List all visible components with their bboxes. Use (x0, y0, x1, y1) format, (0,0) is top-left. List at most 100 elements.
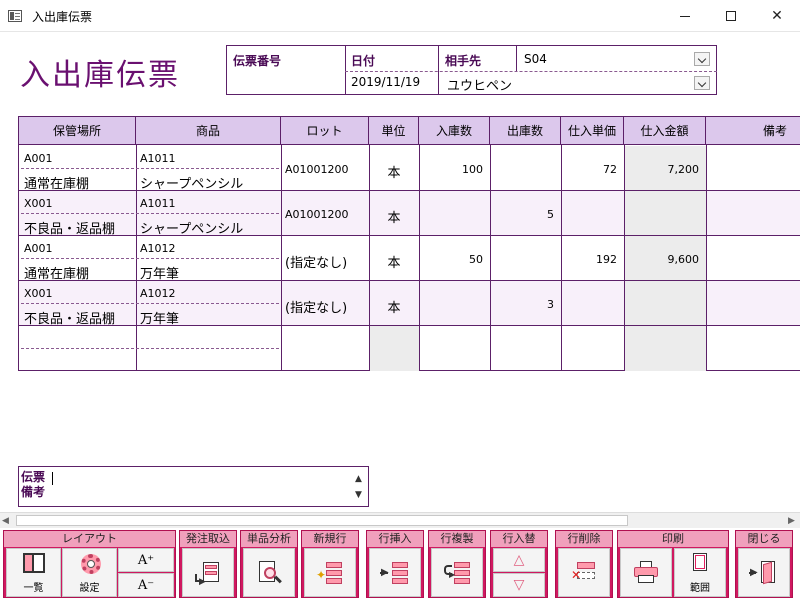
cell-lot[interactable]: (指定なし) (285, 252, 347, 271)
horizontal-scrollbar[interactable]: ◀ ▶ (0, 512, 800, 528)
group-label-swap-row: 行入替 (491, 531, 547, 547)
delete-row-icon: ✕ (569, 560, 599, 586)
cell-item-code[interactable]: A1011 (140, 197, 176, 210)
item-analysis-button[interactable] (243, 548, 295, 597)
cell-location-code[interactable]: A001 (24, 152, 53, 165)
close-slip-button[interactable]: ▶ (738, 548, 790, 597)
exit-door-icon: ▶ (749, 560, 779, 586)
cell-unit[interactable]: 本 (369, 207, 419, 226)
close-icon: ✕ (771, 8, 783, 24)
group-label-delete-row: 行削除 (556, 531, 612, 547)
memo-label-line2: 備考 (21, 485, 46, 499)
close-button[interactable]: ✕ (754, 0, 800, 32)
settings-button-label: 設定 (79, 582, 100, 594)
column-header-in-qty[interactable]: 入庫数 (419, 117, 490, 145)
column-header-amount[interactable]: 仕入金額 (624, 117, 706, 145)
partner-code-field[interactable]: S04 (524, 52, 547, 66)
triangle-down-icon: ▽ (513, 577, 525, 593)
column-header-unit-price[interactable]: 仕入単価 (561, 117, 624, 145)
cell-in-qty[interactable]: 50 (419, 253, 483, 266)
scroll-right-icon[interactable]: ▶ (788, 516, 795, 526)
print-range-label: 範囲 (690, 582, 710, 594)
cell-lot[interactable]: A01001200 (285, 163, 349, 176)
partner-name-field[interactable]: ユウヒペン (447, 75, 512, 94)
cell-unit[interactable]: 本 (369, 162, 419, 181)
print-range-button[interactable]: 範囲 (674, 548, 726, 597)
window-titlebar: 入出庫伝票 ✕ (0, 0, 800, 32)
insert-row-button[interactable]: ▶ (369, 548, 421, 597)
toolbar: レイアウト 一覧 設定 A⁺ A⁻ 発注取込 ▶ 単品分析 新規行 ✦ 行挿入 … (0, 528, 800, 600)
page-range-icon (685, 552, 715, 578)
settings-button[interactable]: 設定 (62, 548, 117, 597)
move-row-up-button[interactable]: △ (493, 548, 545, 572)
group-label-copy-row: 行複製 (429, 531, 485, 547)
cell-location-name[interactable]: 不良品・返品棚 (24, 308, 115, 327)
cell-item-name[interactable]: 万年筆 (140, 263, 179, 282)
cell-in-qty[interactable]: 100 (419, 163, 483, 176)
cell-location-code[interactable]: X001 (24, 287, 53, 300)
column-header-item[interactable]: 商品 (136, 117, 281, 145)
memo-textarea[interactable] (55, 471, 345, 503)
cell-item-name[interactable]: シャープペンシル (140, 173, 243, 192)
cell-out-qty[interactable]: 5 (490, 208, 554, 221)
cell-item-name[interactable]: シャープペンシル (140, 218, 243, 237)
triangle-up-icon: △ (513, 552, 525, 568)
column-header-note[interactable]: 備考 (706, 117, 800, 145)
partner-label: 相手先 (445, 54, 482, 68)
font-decrease-icon: A⁻ (137, 577, 155, 593)
scroll-down-icon[interactable]: ▼ (355, 490, 362, 500)
slip-number-field[interactable] (233, 74, 339, 92)
column-header-lot[interactable]: ロット (281, 117, 369, 145)
group-label-layout: レイアウト (4, 531, 175, 547)
font-increase-button[interactable]: A⁺ (118, 548, 174, 572)
cell-out-qty[interactable]: 3 (490, 298, 554, 311)
scroll-up-icon[interactable]: ▲ (355, 474, 362, 484)
cell-location-name[interactable]: 通常在庫棚 (24, 263, 89, 282)
cell-item-name[interactable]: 万年筆 (140, 308, 179, 327)
cell-unit[interactable]: 本 (369, 297, 419, 316)
cell-location-code[interactable]: A001 (24, 242, 53, 255)
list-button[interactable]: 一覧 (6, 548, 61, 597)
cell-location-name[interactable]: 通常在庫棚 (24, 173, 89, 192)
column-header-location[interactable]: 保管場所 (19, 117, 136, 145)
memo-label: 伝票 備考 (21, 470, 45, 500)
font-increase-icon: A⁺ (137, 552, 155, 568)
cell-unit[interactable]: 本 (369, 252, 419, 271)
scroll-left-icon[interactable]: ◀ (2, 516, 9, 526)
cell-location-code[interactable]: X001 (24, 197, 53, 210)
date-field[interactable]: 2019/11/19 (351, 75, 420, 89)
partner-name-dropdown[interactable] (694, 76, 710, 90)
cell-lot[interactable]: A01001200 (285, 208, 349, 221)
cell-item-code[interactable]: A1012 (140, 242, 176, 255)
column-header-out-qty[interactable]: 出庫数 (490, 117, 561, 145)
maximize-button[interactable] (708, 0, 754, 32)
toolbar-group-order-import: 発注取込 ▶ (179, 530, 237, 598)
app-icon (8, 10, 22, 22)
group-label-print: 印刷 (618, 531, 728, 547)
delete-row-button[interactable]: ✕ (558, 548, 610, 597)
scrollbar-thumb[interactable] (16, 515, 628, 526)
partner-code-dropdown[interactable] (694, 52, 710, 66)
font-decrease-button[interactable]: A⁻ (118, 573, 174, 597)
cell-unit-price[interactable]: 72 (561, 163, 617, 176)
cell-item-code[interactable]: A1011 (140, 152, 176, 165)
copy-row-button[interactable]: ▶ (431, 548, 483, 597)
print-button[interactable] (620, 548, 672, 597)
cell-amount: 9,600 (667, 253, 700, 266)
new-row-button[interactable]: ✦ (304, 548, 356, 597)
column-header-unit[interactable]: 単位 (369, 117, 419, 145)
slip-number-label: 伝票番号 (233, 54, 282, 68)
cell-lot[interactable]: (指定なし) (285, 297, 347, 316)
table-row-empty[interactable] (19, 326, 800, 371)
toolbar-group-insert-row: 行挿入 ▶ (366, 530, 424, 598)
move-row-down-button[interactable]: ▽ (493, 573, 545, 597)
minimize-icon (680, 15, 690, 17)
minimize-button[interactable] (662, 0, 708, 32)
maximize-icon (726, 11, 736, 21)
slip-memo[interactable]: 伝票 備考 ▲ ▼ (18, 466, 369, 507)
cell-item-code[interactable]: A1012 (140, 287, 176, 300)
group-label-item-analysis: 単品分析 (241, 531, 297, 547)
cell-location-name[interactable]: 不良品・返品棚 (24, 218, 115, 237)
cell-unit-price[interactable]: 192 (561, 253, 617, 266)
order-import-button[interactable]: ▶ (182, 548, 234, 597)
